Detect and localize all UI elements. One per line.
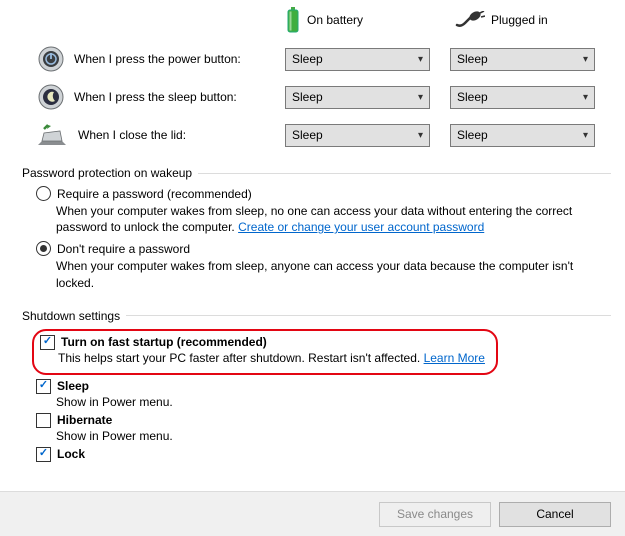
password-section-header: Password protection on wakeup [22, 166, 625, 180]
sleep-button-battery-select[interactable]: Sleep ▾ [285, 86, 430, 109]
select-value: Sleep [457, 90, 488, 104]
hibernate-option: Hibernate Show in Power menu. [36, 413, 625, 443]
dont-require-password-label: Don't require a password [57, 242, 190, 256]
chevron-down-icon: ▾ [418, 130, 423, 141]
hibernate-checkbox[interactable] [36, 413, 51, 428]
plugged-in-label: Plugged in [491, 13, 548, 27]
fast-startup-checkbox[interactable] [40, 335, 55, 350]
dont-require-password-radio[interactable] [36, 241, 51, 256]
close-lid-plugged-select[interactable]: Sleep ▾ [450, 124, 595, 147]
sleep-checkbox[interactable] [36, 379, 51, 394]
row-power-button: When I press the power button: Sleep ▾ S… [0, 40, 625, 78]
require-password-label: Require a password (recommended) [57, 187, 252, 201]
require-password-option: Require a password (recommended) When yo… [36, 186, 596, 235]
require-password-radio[interactable] [36, 186, 51, 201]
lock-checkbox[interactable] [36, 447, 51, 462]
select-value: Sleep [457, 52, 488, 66]
chevron-down-icon: ▾ [418, 54, 423, 65]
sleep-option: Sleep Show in Power menu. [36, 379, 625, 409]
chevron-down-icon: ▾ [583, 130, 588, 141]
plugged-in-header: Plugged in [455, 11, 605, 29]
close-lid-label: When I close the lid: [78, 128, 186, 142]
section-title: Password protection on wakeup [22, 166, 192, 180]
hibernate-label: Hibernate [57, 413, 112, 427]
column-headers: On battery Plugged in [0, 0, 625, 40]
select-value: Sleep [292, 128, 323, 142]
fast-startup-label: Turn on fast startup (recommended) [61, 335, 267, 349]
dont-require-password-desc: When your computer wakes from sleep, any… [56, 258, 596, 290]
power-options-panel: On battery Plugged in [0, 0, 625, 462]
chevron-down-icon: ▾ [583, 92, 588, 103]
dont-require-password-option: Don't require a password When your compu… [36, 241, 596, 290]
shutdown-section-header: Shutdown settings [22, 309, 625, 323]
power-button-label: When I press the power button: [74, 52, 241, 66]
power-button-battery-select[interactable]: Sleep ▾ [285, 48, 430, 71]
sleep-button-label: When I press the sleep button: [74, 90, 237, 104]
cancel-button[interactable]: Cancel [499, 502, 611, 527]
fast-startup-highlight: Turn on fast startup (recommended) This … [32, 329, 498, 375]
laptop-lid-icon [38, 123, 68, 147]
battery-icon [285, 7, 301, 33]
create-change-password-link[interactable]: Create or change your user account passw… [238, 220, 484, 234]
on-battery-label: On battery [307, 13, 363, 27]
require-password-desc: When your computer wakes from sleep, no … [56, 203, 596, 235]
learn-more-link[interactable]: Learn More [424, 351, 485, 365]
on-battery-header: On battery [285, 7, 435, 33]
row-sleep-button: When I press the sleep button: Sleep ▾ S… [0, 78, 625, 116]
section-title: Shutdown settings [22, 309, 120, 323]
close-lid-battery-select[interactable]: Sleep ▾ [285, 124, 430, 147]
sleep-button-plugged-select[interactable]: Sleep ▾ [450, 86, 595, 109]
chevron-down-icon: ▾ [583, 54, 588, 65]
lock-option: Lock [36, 447, 625, 462]
sleep-desc: Show in Power menu. [56, 395, 625, 409]
save-changes-button[interactable]: Save changes [379, 502, 491, 527]
row-close-lid: When I close the lid: Sleep ▾ Sleep ▾ [0, 116, 625, 154]
lock-label: Lock [57, 447, 85, 461]
select-value: Sleep [292, 52, 323, 66]
select-value: Sleep [292, 90, 323, 104]
plug-icon [455, 11, 485, 29]
power-button-plugged-select[interactable]: Sleep ▾ [450, 48, 595, 71]
dialog-footer: Save changes Cancel [0, 491, 625, 536]
select-value: Sleep [457, 128, 488, 142]
fast-startup-desc: This helps start your PC faster after sh… [58, 351, 486, 365]
power-icon [38, 46, 64, 72]
sleep-label: Sleep [57, 379, 89, 393]
chevron-down-icon: ▾ [418, 92, 423, 103]
moon-icon [38, 84, 64, 110]
hibernate-desc: Show in Power menu. [56, 429, 625, 443]
